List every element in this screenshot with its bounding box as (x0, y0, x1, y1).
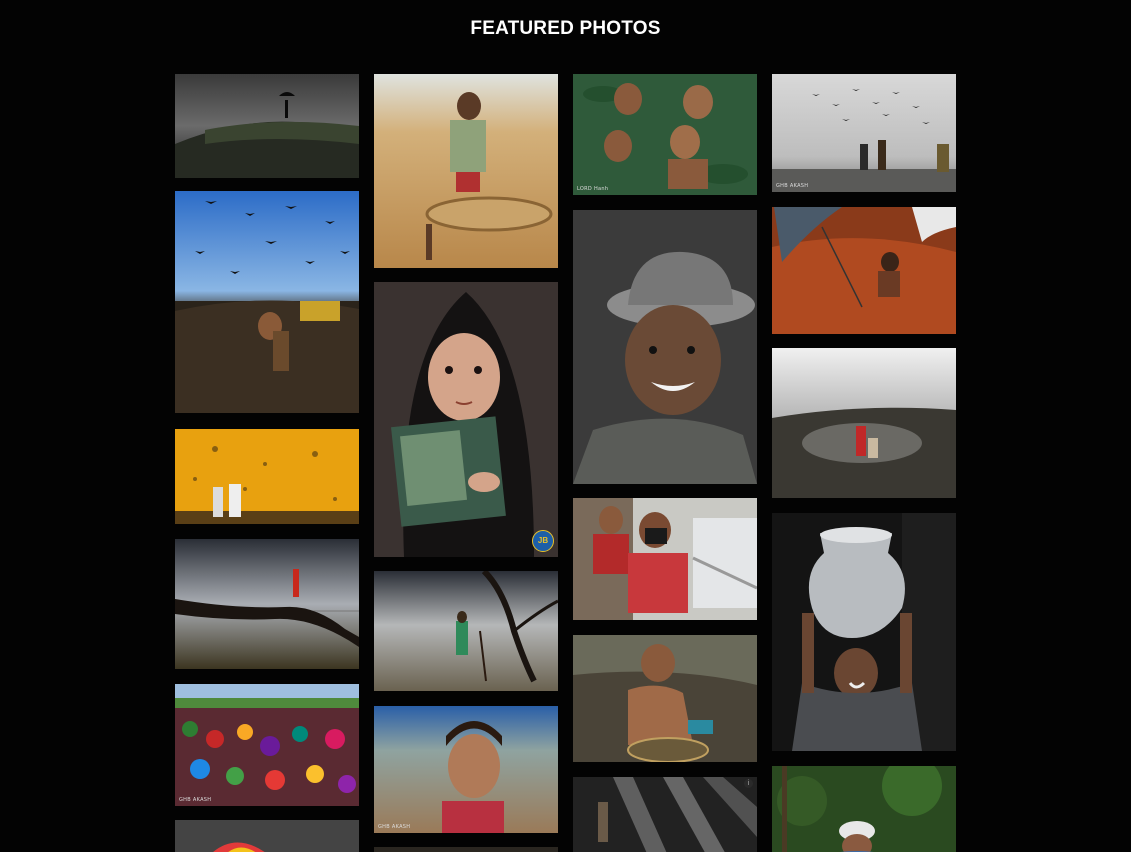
logo-badge: JB (532, 530, 554, 552)
photo-colorful-scarf[interactable] (175, 820, 359, 852)
photo-silhouette-umbrella[interactable] (175, 74, 359, 178)
photo-birds-beach[interactable]: GHB AKASH (772, 74, 956, 192)
page-title: FEATURED PHOTOS (470, 18, 661, 39)
photo-girl-sifting-sand[interactable] (374, 74, 558, 268)
photo-crows-dump[interactable] (175, 191, 359, 413)
photo-credit: LORD Hanh (577, 186, 609, 192)
photo-smoky-dump-child[interactable] (772, 348, 956, 498)
photo-girl-black-scarf[interactable]: JB (374, 282, 558, 557)
photo-boy-metal-pot[interactable] (772, 513, 956, 751)
photo-yellow-wall[interactable] (175, 429, 359, 524)
photo-kid-with-camera[interactable] (573, 498, 757, 620)
photo-girl-closeup[interactable]: GHB AKASH (374, 706, 558, 833)
photo-partial[interactable] (374, 847, 558, 852)
featured-photos-page: FEATURED PHOTOS GHB AKASH JB GHB AKASH L… (0, 0, 1131, 852)
photo-child-umbrella-bricks[interactable] (772, 207, 956, 334)
photo-kids-in-water[interactable]: LORD Hanh (573, 74, 757, 195)
photo-light-rays[interactable]: i (573, 777, 757, 852)
photo-boy-water-basket[interactable] (573, 635, 757, 762)
photo-man-white-cap[interactable] (772, 766, 956, 852)
info-icon[interactable]: i (744, 779, 753, 788)
photo-smiling-boy-hat[interactable] (573, 210, 757, 484)
photo-crowd[interactable]: GHB AKASH (175, 684, 359, 806)
photo-credit: GHB AKASH (378, 824, 411, 830)
photo-woman-water-tree[interactable] (374, 571, 558, 691)
photo-credit: GHB AKASH (179, 797, 212, 803)
photo-credit: GHB AKASH (776, 183, 809, 189)
photo-boy-fallen-tree[interactable] (175, 539, 359, 669)
